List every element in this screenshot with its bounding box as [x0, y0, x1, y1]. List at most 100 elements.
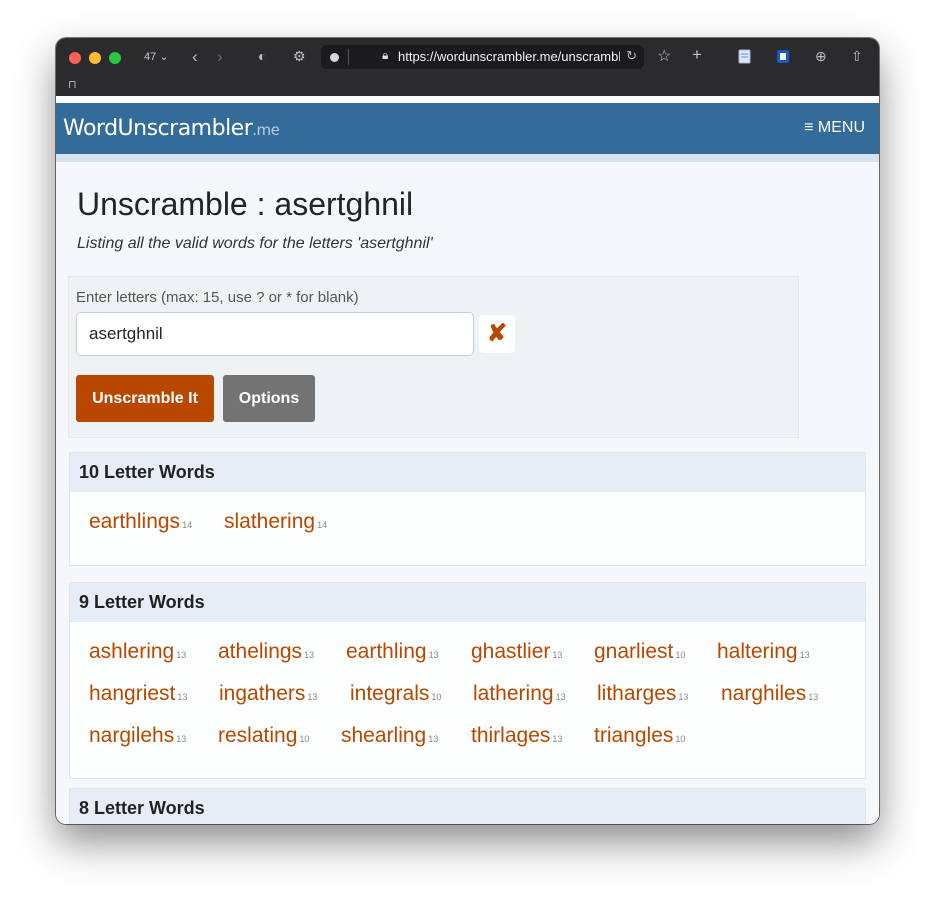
word-text: haltering: [717, 640, 798, 663]
share-icon[interactable]: ⇧: [851, 48, 863, 65]
word-text: triangles: [594, 724, 674, 747]
page-content: Unscramble : asertghnil Listing all the …: [56, 162, 879, 824]
browser-window: 47 ⌄ ‹ › ◐ ⚙ 🔒︎ https://wordunscrambler.…: [56, 38, 879, 824]
word-link[interactable]: litharges 13: [597, 682, 688, 706]
word-text: lathering: [473, 682, 554, 705]
word-score: 13: [428, 734, 439, 744]
options-button[interactable]: Options: [223, 375, 315, 422]
word-text: ashlering: [89, 640, 175, 663]
lock-icon: 🔒︎: [382, 48, 389, 62]
word-link[interactable]: nargilehs 13: [89, 724, 186, 748]
page-dot-icon: [330, 53, 339, 62]
plus-icon[interactable]: +: [692, 45, 702, 65]
word-score: 13: [678, 692, 689, 702]
page-title: Unscramble : asertghnil: [77, 186, 414, 222]
reload-icon[interactable]: ↻: [626, 48, 637, 64]
section-8-letter: 8 Letter Words: [69, 788, 866, 824]
tab-count[interactable]: 47 ⌄: [144, 50, 169, 63]
word-link[interactable]: earthlings 14: [89, 510, 192, 534]
star-icon[interactable]: ☆: [657, 46, 671, 66]
word-text: thirlages: [471, 724, 551, 747]
section-heading: 8 Letter Words: [70, 789, 865, 824]
word-link[interactable]: shearling 13: [341, 724, 438, 748]
section-10-letter: 10 Letter Words earthlings 14 slathering 1…: [69, 452, 866, 566]
word-text: earthlings: [89, 510, 181, 533]
forward-arrow-icon[interactable]: ›: [217, 47, 223, 67]
unscramble-button[interactable]: Unscramble It: [76, 375, 214, 422]
menu-button[interactable]: ≡ MENU: [804, 119, 865, 137]
word-link[interactable]: triangles 10: [594, 724, 685, 748]
chevron-down-icon: ⌄: [159, 51, 169, 63]
word-score: 13: [555, 692, 566, 702]
word-text: ghastlier: [471, 640, 551, 663]
word-score: 13: [799, 650, 810, 660]
back-arrow-icon[interactable]: ‹: [192, 47, 198, 67]
brand-main: WordUnscrambler: [63, 116, 253, 141]
clear-icon[interactable]: ✘: [479, 315, 515, 353]
site-logo[interactable]: WordUnscrambler.me: [63, 116, 280, 141]
word-link[interactable]: hangriest 13: [89, 682, 187, 706]
word-link[interactable]: earthling 13: [346, 640, 439, 664]
gear-icon[interactable]: ⚙: [293, 48, 306, 65]
minimize-window-button[interactable]: [89, 52, 101, 64]
bookmark-icon[interactable]: ⊓: [68, 78, 77, 91]
document-icon[interactable]: [738, 49, 751, 64]
word-link[interactable]: athelings 13: [218, 640, 314, 664]
site-navbar: WordUnscrambler.me ≡ MENU: [56, 103, 879, 154]
unscramble-form: Enter letters (max: 15, use ? or * for b…: [68, 276, 799, 438]
letters-input[interactable]: [76, 312, 474, 356]
word-text: slathering: [224, 510, 316, 533]
word-score: 10: [299, 734, 310, 744]
close-window-button[interactable]: [69, 52, 81, 64]
letters-label: Enter letters (max: 15, use ? or * for b…: [76, 289, 359, 306]
word-score: 10: [675, 650, 686, 660]
word-link[interactable]: slathering 14: [224, 510, 327, 534]
section-heading: 10 Letter Words: [70, 453, 865, 492]
word-score: 13: [808, 692, 819, 702]
tab-count-value: 47: [144, 51, 157, 63]
word-text: reslating: [218, 724, 298, 747]
word-text: shearling: [341, 724, 427, 747]
url-text: https://wordunscrambler.me/unscramble/as…: [398, 49, 620, 64]
word-score: 13: [304, 650, 315, 660]
word-text: nargilehs: [89, 724, 175, 747]
word-text: earthling: [346, 640, 427, 663]
word-link[interactable]: narghiles 13: [721, 682, 818, 706]
word-score: 13: [177, 692, 188, 702]
section-heading: 9 Letter Words: [70, 583, 865, 622]
word-link[interactable]: lathering 13: [473, 682, 566, 706]
word-score: 13: [552, 734, 563, 744]
word-link[interactable]: ingathers 13: [219, 682, 317, 706]
word-text: narghiles: [721, 682, 807, 705]
word-link[interactable]: reslating 10: [218, 724, 309, 748]
brand-suffix: .me: [252, 121, 280, 139]
address-bar[interactable]: 🔒︎ https://wordunscrambler.me/unscramble…: [321, 45, 644, 69]
word-link[interactable]: gnarliest 10: [594, 640, 685, 664]
word-text: gnarliest: [594, 640, 674, 663]
toolbar-divider: [56, 96, 879, 103]
word-score: 10: [431, 692, 442, 702]
word-score: 13: [176, 650, 187, 660]
word-score: 14: [182, 520, 193, 530]
shield-icon[interactable]: ◐: [258, 48, 266, 64]
section-9-letter: 9 Letter Words ashlering 13 athelings 13 e…: [69, 582, 866, 779]
word-score: 14: [317, 520, 328, 530]
word-text: litharges: [597, 682, 677, 705]
page-subtitle: Listing all the valid words for the lett…: [77, 235, 433, 252]
word-text: ingathers: [219, 682, 306, 705]
word-score: 10: [675, 734, 686, 744]
word-score: 13: [176, 734, 187, 744]
word-text: hangriest: [89, 682, 176, 705]
word-score: 13: [307, 692, 318, 702]
word-link[interactable]: ghastlier 13: [471, 640, 562, 664]
divider: [348, 49, 349, 65]
word-link[interactable]: integrals 10: [350, 682, 441, 706]
word-link[interactable]: haltering 13: [717, 640, 810, 664]
word-link[interactable]: ashlering 13: [89, 640, 186, 664]
download-icon[interactable]: ⊕: [815, 48, 827, 65]
extension-icon[interactable]: [776, 49, 790, 64]
zoom-window-button[interactable]: [109, 52, 121, 64]
word-text: athelings: [218, 640, 303, 663]
word-link[interactable]: thirlages 13: [471, 724, 562, 748]
word-text: integrals: [350, 682, 430, 705]
